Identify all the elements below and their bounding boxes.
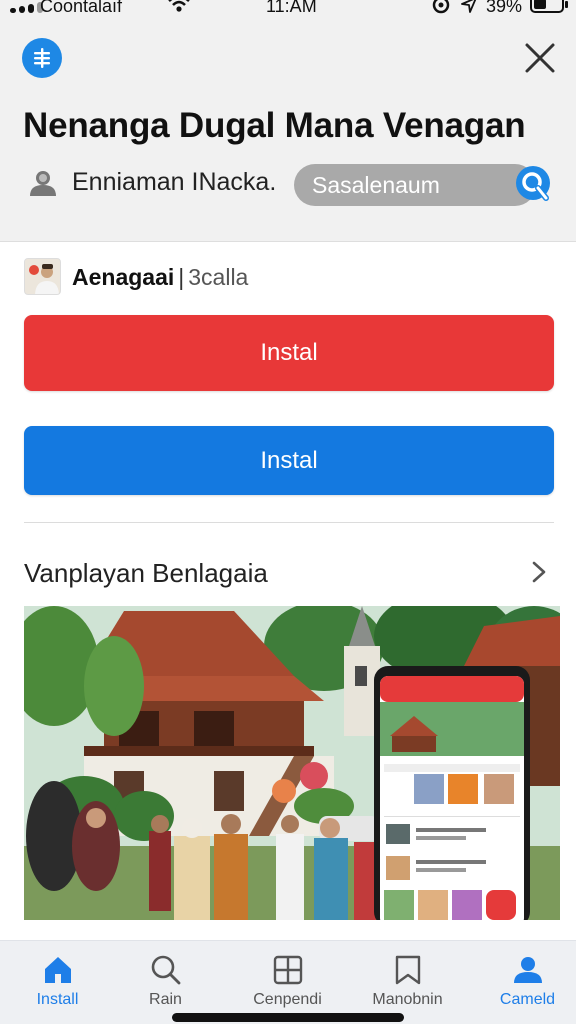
clock: 11:AM — [266, 0, 317, 16]
nav-item-rain[interactable]: Rain — [108, 941, 223, 1024]
profile-icon — [514, 957, 542, 983]
search-icon[interactable] — [513, 164, 553, 206]
top-header-area: Coontalaıf 11:AM 39% Nenanga Dugal Mana … — [0, 0, 576, 242]
app-thumbnail — [24, 258, 61, 295]
nav-item-cenpendi[interactable]: Cenpendi — [230, 941, 345, 1024]
app-title: Aenagaai | 3calla — [72, 264, 248, 291]
search-input[interactable]: Sasalenaum — [294, 164, 536, 206]
home-indicator — [172, 1013, 404, 1022]
user-row: Enniaman INacka. Sasalenaum — [24, 164, 564, 206]
close-icon[interactable] — [520, 38, 560, 78]
signal-icon — [10, 2, 43, 13]
nav-label: Cameld — [499, 991, 556, 1008]
search-icon — [151, 955, 181, 985]
wifi-icon — [168, 0, 190, 12]
bottom-nav: Install Rain Cenpendi Manobnin Cameld — [0, 940, 576, 1024]
app-info-row: Aenagaai | 3calla — [24, 258, 554, 298]
nav-item-cameld[interactable]: Cameld — [470, 941, 576, 1024]
person-icon — [30, 171, 56, 196]
status-bar: Coontalaıf 11:AM 39% — [0, 0, 576, 18]
app-meta: 3calla — [188, 264, 249, 290]
nav-label: Install — [36, 991, 79, 1008]
nav-label: Rain — [149, 991, 182, 1008]
bookmark-icon — [395, 955, 421, 985]
user-name: Enniaman INacka. — [72, 168, 277, 196]
section-title: Vanplayan Benlagaia — [24, 558, 268, 588]
hero-image[interactable] — [24, 606, 560, 920]
divider — [24, 522, 554, 523]
nav-label: Cenpendi — [253, 991, 322, 1008]
nav-label: Manobnin — [372, 991, 443, 1008]
nav-item-install[interactable]: Install — [0, 941, 115, 1024]
battery-percent: 39% — [486, 0, 523, 16]
chevron-right-icon — [532, 561, 546, 583]
location-icon — [461, 0, 477, 13]
nav-item-manobnin[interactable]: Manobnin — [350, 941, 465, 1024]
section-header[interactable]: Vanplayan Benlagaia — [24, 552, 554, 592]
install-button-blue[interactable]: Instal — [24, 426, 554, 495]
app-name: Aenagaai — [72, 264, 175, 290]
menu-button[interactable] — [22, 38, 62, 78]
page-title: Nenanga Dugal Mana Venagan — [23, 106, 526, 145]
app-separator: | — [178, 264, 185, 290]
rotation-lock-icon — [432, 0, 450, 14]
battery-icon — [530, 0, 568, 13]
menu-icon — [34, 48, 50, 68]
home-icon — [45, 957, 71, 983]
carrier-label: Coontalaıf — [40, 0, 123, 16]
install-button-red[interactable]: Instal — [24, 315, 554, 391]
grid-icon — [273, 955, 303, 985]
